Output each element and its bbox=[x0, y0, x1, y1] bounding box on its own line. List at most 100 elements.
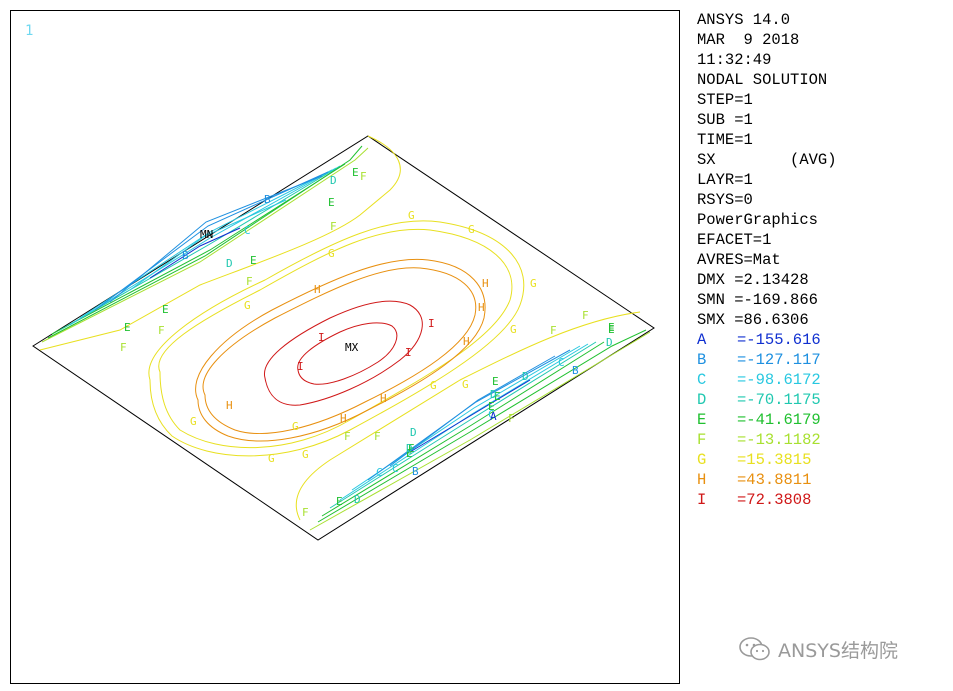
contour-label: E bbox=[492, 375, 499, 388]
legend-letter: F bbox=[697, 431, 707, 449]
legend-letter: E bbox=[697, 411, 707, 429]
plate-outline bbox=[32, 135, 655, 541]
info-line: 11:32:49 bbox=[697, 51, 772, 69]
contour-label: D bbox=[330, 174, 337, 187]
legend-letter: B bbox=[697, 351, 707, 369]
contour-label: I bbox=[318, 331, 325, 344]
contour-label: G bbox=[328, 247, 335, 260]
legend-letter: D bbox=[697, 391, 707, 409]
contour-label: E bbox=[124, 321, 131, 334]
contour-label: G bbox=[510, 323, 517, 336]
contour-label: D bbox=[226, 257, 233, 270]
contour-label: H bbox=[463, 335, 470, 348]
contour-label: H bbox=[226, 399, 233, 412]
contour-label: D bbox=[406, 442, 413, 455]
contour-label: E bbox=[336, 495, 343, 508]
contour-label: F bbox=[330, 220, 337, 233]
contour-label: G bbox=[244, 299, 251, 312]
contour-label: F bbox=[508, 412, 515, 425]
info-line: TIME=1 bbox=[697, 131, 753, 149]
legend-row: D =-70.1175 bbox=[697, 390, 947, 410]
contour-label: C bbox=[244, 224, 251, 237]
contour-label: G bbox=[468, 223, 475, 236]
contour-label: H bbox=[314, 283, 321, 296]
contour-label: B bbox=[572, 364, 579, 377]
contour-label: B bbox=[264, 193, 271, 206]
contour-label: F bbox=[158, 324, 165, 337]
legend-row: I =72.3808 bbox=[697, 490, 947, 510]
legend-letter: C bbox=[697, 371, 707, 389]
contour-label: D bbox=[522, 370, 529, 383]
info-line: EFACET=1 bbox=[697, 231, 772, 249]
contour-lines-upper-left bbox=[39, 135, 401, 351]
contour-label: F bbox=[550, 324, 557, 337]
contour-label: G bbox=[530, 277, 537, 290]
info-lines: ANSYS 14.0 MAR 9 2018 11:32:49 NODAL SOLUTI… bbox=[697, 10, 947, 330]
legend-row: B =-127.117 bbox=[697, 350, 947, 370]
contour-label: B bbox=[412, 465, 419, 478]
info-line: AVRES=Mat bbox=[697, 251, 781, 269]
contour-label: G bbox=[462, 378, 469, 391]
max-marker: MX bbox=[345, 341, 359, 354]
legend-row: A =-155.616 bbox=[697, 330, 947, 350]
info-line: ANSYS 14.0 bbox=[697, 11, 791, 29]
watermark: ANSYS结构院 bbox=[738, 635, 898, 663]
contour-label: E bbox=[250, 254, 257, 267]
legend-value: =-98.6172 bbox=[737, 371, 821, 389]
info-line: NODAL SOLUTION bbox=[697, 71, 828, 89]
legend-value: =-13.1182 bbox=[737, 431, 821, 449]
legend-value: =-127.117 bbox=[737, 351, 821, 369]
contour-label: G bbox=[190, 415, 197, 428]
contour-label: D bbox=[410, 426, 417, 439]
contour-label: G bbox=[302, 448, 309, 461]
contour-label: G bbox=[268, 452, 275, 465]
contour-label: H bbox=[340, 412, 347, 425]
contour-label: I bbox=[405, 346, 412, 359]
contour-label: C bbox=[558, 356, 565, 369]
contour-label: C bbox=[376, 466, 383, 479]
contour-label: A bbox=[490, 410, 497, 423]
contour-label: D bbox=[490, 388, 497, 401]
legend-value: =-41.6179 bbox=[737, 411, 821, 429]
contour-legend: A =-155.616 B =-127.117 C =-98.6172 D =-70.1175… bbox=[697, 330, 947, 510]
contour-label: D bbox=[606, 336, 613, 349]
contour-label: I bbox=[428, 317, 435, 330]
contour-label: E bbox=[162, 303, 169, 316]
contour-label: B bbox=[182, 249, 189, 262]
legend-row: G =15.3815 bbox=[697, 450, 947, 470]
legend-letter: A bbox=[697, 331, 707, 349]
watermark-text: ANSYS结构院 bbox=[778, 639, 898, 662]
contour-label: F bbox=[360, 170, 367, 183]
legend-value: =15.3815 bbox=[737, 451, 812, 469]
legend-row: C =-98.6172 bbox=[697, 370, 947, 390]
info-line: RSYS=0 bbox=[697, 191, 753, 209]
legend-value: =43.8811 bbox=[737, 471, 812, 489]
info-line: SMX =86.6306 bbox=[697, 311, 809, 329]
legend-letter: I bbox=[697, 491, 707, 509]
min-marker: MN bbox=[200, 228, 213, 241]
info-line: MAR 9 2018 bbox=[697, 31, 800, 49]
contour-label: I bbox=[297, 360, 304, 373]
info-line: LAYR=1 bbox=[697, 171, 753, 189]
info-panel: ANSYS 14.0 MAR 9 2018 11:32:49 NODAL SOLUTI… bbox=[697, 10, 947, 510]
legend-value: =72.3808 bbox=[737, 491, 812, 509]
info-line: STEP=1 bbox=[697, 91, 753, 109]
contour-label: G bbox=[292, 420, 299, 433]
contour-labels: EDEBCD EBFFEE FFGGGGH HHIIIIHGHHHGG GGGG GF FF… bbox=[120, 166, 615, 519]
legend-row: F =-13.1182 bbox=[697, 430, 947, 450]
contour-label: F bbox=[246, 275, 253, 288]
contour-label: F bbox=[344, 430, 351, 443]
info-line: PowerGraphics bbox=[697, 211, 818, 229]
info-line: SMN =-169.866 bbox=[697, 291, 818, 309]
legend-letter: G bbox=[697, 451, 707, 469]
info-line: SX (AVG) bbox=[697, 151, 837, 169]
contour-label: E bbox=[608, 321, 615, 334]
contour-label: H bbox=[482, 277, 489, 290]
legend-value: =-155.616 bbox=[737, 331, 821, 349]
legend-row: H =43.8811 bbox=[697, 470, 947, 490]
contour-label: G bbox=[408, 209, 415, 222]
contour-label: E bbox=[328, 196, 335, 209]
contour-label: F bbox=[302, 506, 309, 519]
contour-label: F bbox=[120, 341, 127, 354]
contour-label: H bbox=[478, 301, 485, 314]
